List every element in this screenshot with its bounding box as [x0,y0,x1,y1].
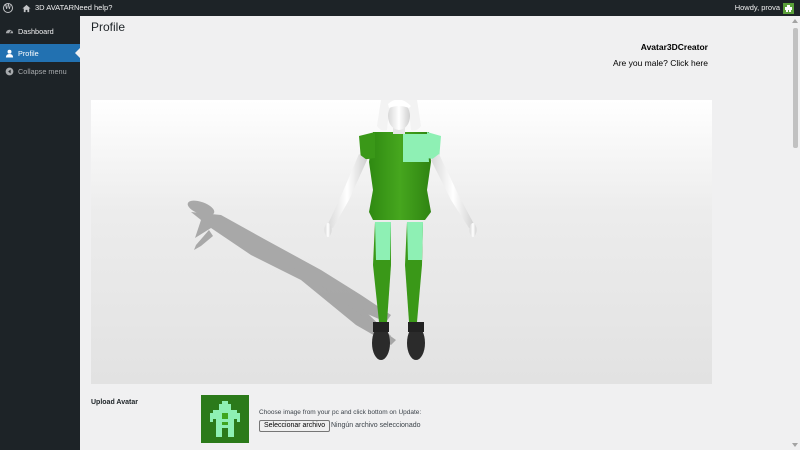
pixel-avatar-icon [201,395,249,443]
page-title: Profile [91,20,126,34]
collapse-icon [5,67,14,75]
collapse-menu-button[interactable]: Collapse menu [0,62,80,80]
site-name-label: 3D AVATAR [35,3,75,12]
sidebar-item-label: Profile [18,48,39,58]
sidebar-item-profile[interactable]: Profile [0,44,80,62]
avatar-3d-viewport[interactable] [91,100,712,384]
gender-switch-link[interactable]: Are you male? Click here [613,58,708,68]
avatar-render [187,100,477,360]
avatar-legs [372,222,425,360]
admin-bar: W 3D AVATAR Need help? Howdy, prova [0,0,800,16]
sidebar-item-label: Collapse menu [18,66,67,76]
avatar-icon [785,4,792,12]
home-icon [22,4,31,12]
upload-hint: Choose image from your pc and click bott… [259,409,422,416]
dashboard-icon [5,29,14,34]
account-menu[interactable]: Howdy, prova [735,0,794,16]
site-name-link[interactable]: 3D AVATAR [22,0,74,16]
admin-sidebar: Dashboard Profile Collapse menu [0,16,80,450]
avatar-shadow [187,200,396,345]
sidebar-item-dashboard[interactable]: Dashboard [0,22,80,40]
current-page-arrow [75,48,80,58]
scroll-up-icon[interactable] [792,19,798,23]
greeting-label: Howdy, prova [734,3,780,12]
file-status: Ningún archivo seleccionado [331,422,421,429]
scroll-down-icon[interactable] [792,443,798,447]
sidebar-item-label: Dashboard [18,26,54,36]
choose-file-button[interactable]: Seleccionar archivo [259,420,331,432]
scrollbar-thumb[interactable] [793,28,798,148]
upload-avatar-label: Upload Avatar [91,399,138,406]
need-help-link[interactable]: Need help? [74,0,112,16]
user-icon [5,49,14,58]
avatar [783,2,794,14]
creator-title: Avatar3DCreator [640,42,708,52]
avatar-preview-image [201,395,249,443]
wordpress-logo-icon[interactable]: W [3,0,15,16]
avatar-shirt [359,132,441,220]
avatar-head [377,100,421,134]
page-scrollbar[interactable] [791,16,800,450]
